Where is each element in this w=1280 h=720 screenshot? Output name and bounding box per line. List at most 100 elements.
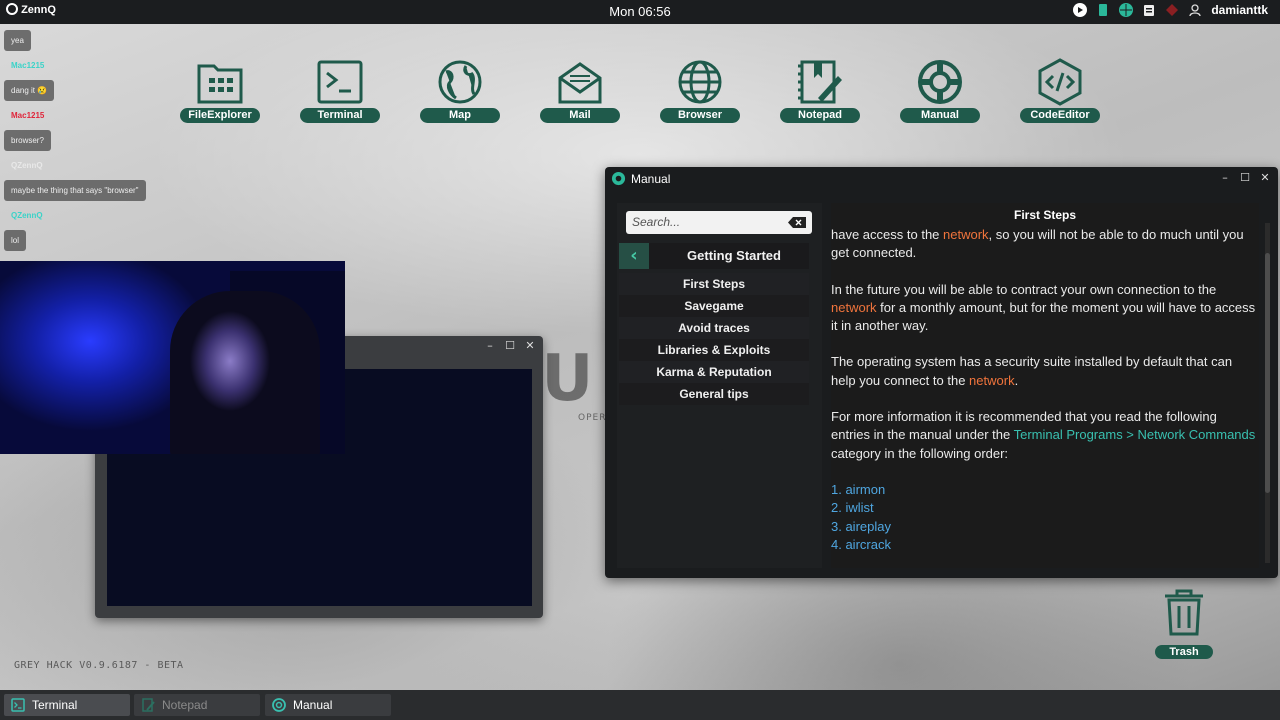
clipboard-icon[interactable] <box>1142 3 1156 17</box>
desktop-icon-browser[interactable]: Browser <box>660 56 740 126</box>
scrollbar[interactable] <box>1265 223 1270 563</box>
back-chevron-icon[interactable]: ‹ <box>619 243 649 269</box>
chat-message: maybe the thing that says "browser" <box>4 178 184 203</box>
desktop-icon-label: Terminal <box>300 108 380 123</box>
list-item[interactable]: 2. iwlist <box>831 499 1259 517</box>
list-item[interactable]: 1. airmon <box>831 481 1259 499</box>
chat-author: QZennQ <box>4 153 184 178</box>
category-title: Getting Started <box>687 248 781 263</box>
desktop-icon-label: Browser <box>660 108 740 123</box>
maximize-icon[interactable]: ☐ <box>1240 171 1250 184</box>
topic-avoid-traces[interactable]: Avoid traces <box>619 317 809 339</box>
browser-globe-icon <box>678 60 722 104</box>
window-controls: – ☐ ✕ <box>1220 171 1270 184</box>
notepad-icon <box>142 698 155 712</box>
list-item[interactable]: 3. aireplay <box>831 518 1259 536</box>
taskbar-item-manual[interactable]: Manual <box>265 694 391 716</box>
stream-chat: yea Mac1215 dang it 😢 Mac1215 browser? Q… <box>4 28 184 253</box>
manual-titlebar[interactable]: Manual – ☐ ✕ <box>605 167 1278 191</box>
paragraph: In the future you will be able to contra… <box>831 281 1259 336</box>
category-header: ‹ Getting Started <box>619 243 809 269</box>
logo-text: ZennQ <box>21 4 56 16</box>
content-body: have access to the network, so you will … <box>831 226 1259 554</box>
text: have access to the <box>831 227 944 242</box>
paragraph: The operating system has a security suit… <box>831 353 1259 390</box>
text: . <box>1014 372 1019 388</box>
system-tray: damianttk <box>1073 3 1268 17</box>
window-controls: – ☐ ✕ <box>485 339 535 352</box>
text: for a monthly amount, but for the moment… <box>831 299 1256 334</box>
desktop-icon-label: FileExplorer <box>180 108 260 123</box>
window-title: Manual <box>631 172 671 186</box>
topic-savegame[interactable]: Savegame <box>619 295 809 317</box>
desktop-icon-trash[interactable]: Trash <box>1155 588 1213 660</box>
chat-username: QZennQ <box>11 161 43 170</box>
network-link[interactable]: network <box>943 227 989 242</box>
close-icon[interactable]: ✕ <box>525 339 535 352</box>
lifebuoy-icon <box>611 171 626 186</box>
terminal-icon <box>11 698 25 712</box>
manual-sidebar: Search... ‹ Getting Started First Steps … <box>617 203 822 568</box>
taskbar-item-notepad[interactable]: Notepad <box>134 694 260 716</box>
network-link[interactable]: network <box>969 373 1015 388</box>
content-heading: First Steps <box>1013 208 1076 222</box>
trash-icon <box>1165 589 1203 636</box>
version-label: GREY HACK V0.9.6187 - BETA <box>14 660 184 671</box>
manual-content: First Steps have access to the network, … <box>831 203 1259 568</box>
topic-karma-reputation[interactable]: Karma & Reputation <box>619 361 809 383</box>
network-link[interactable]: network <box>831 300 877 315</box>
chat-username: Mac1215 <box>11 61 45 70</box>
taskbar: Terminal Notepad Manual <box>0 690 1280 720</box>
desktop-icon-notepad[interactable]: Notepad <box>780 56 860 126</box>
search-input[interactable]: Search... <box>626 211 812 234</box>
minimize-icon[interactable]: – <box>1220 171 1230 184</box>
scrollbar-thumb[interactable] <box>1265 253 1270 493</box>
desktop-icon-fileexplorer[interactable]: FileExplorer <box>180 56 260 126</box>
minimize-icon[interactable]: – <box>485 339 495 352</box>
desktop-icon-terminal[interactable]: Terminal <box>300 56 380 126</box>
taskbar-item-terminal[interactable]: Terminal <box>4 694 130 716</box>
alert-icon[interactable] <box>1165 3 1179 17</box>
chat-author: Mac1215 <box>4 103 184 128</box>
desktop-icon-map[interactable]: Map <box>420 56 500 126</box>
chat-text: yea <box>4 30 31 51</box>
chat-author: Mac1215 <box>4 53 184 78</box>
topic-libraries-exploits[interactable]: Libraries & Exploits <box>619 339 809 361</box>
network-commands-link[interactable]: Terminal Programs > Network Commands <box>1014 427 1256 442</box>
top-bar: ZennQ Mon 06:56 damianttk <box>0 0 1280 24</box>
lifebuoy-icon <box>918 60 962 104</box>
maximize-icon[interactable]: ☐ <box>505 339 515 352</box>
topic-general-tips[interactable]: General tips <box>619 383 809 405</box>
battery-icon[interactable] <box>1096 3 1110 17</box>
chat-text: maybe the thing that says "browser" <box>4 180 146 201</box>
desktop-icon-codeeditor[interactable]: CodeEditor <box>1020 56 1100 126</box>
chat-message: lol <box>4 228 184 253</box>
desktop-icon-mail[interactable]: Mail <box>540 56 620 126</box>
webcam-overlay <box>0 261 345 454</box>
wallpaper-subtitle: OPER <box>578 413 607 423</box>
taskbar-label: Terminal <box>32 698 78 712</box>
close-icon[interactable]: ✕ <box>1260 171 1270 184</box>
webcam-person <box>170 291 320 454</box>
clear-search-icon[interactable] <box>788 217 806 228</box>
search-placeholder: Search... <box>632 215 681 229</box>
chat-username: QZennQ <box>11 211 43 220</box>
taskbar-label: Manual <box>293 698 333 712</box>
notepad-icon <box>798 60 842 104</box>
play-icon[interactable] <box>1073 3 1088 17</box>
network-icon[interactable] <box>1119 3 1134 17</box>
topic-first-steps[interactable]: First Steps <box>619 273 809 295</box>
chat-message: yea <box>4 28 184 53</box>
list-item[interactable]: 4. aircrack <box>831 536 1259 554</box>
chat-username: Mac1215 <box>11 111 45 120</box>
text: The operating system has a security suit… <box>831 354 1233 388</box>
chat-text: lol <box>4 230 27 251</box>
lifebuoy-icon <box>272 698 286 712</box>
username[interactable]: damianttk <box>1211 3 1268 17</box>
manual-window[interactable]: Manual – ☐ ✕ Search... ‹ Getting Started… <box>605 167 1278 578</box>
text: category in the following order: <box>831 445 1009 461</box>
folder-grid-icon <box>197 64 243 104</box>
desktop-icon-manual[interactable]: Manual <box>900 56 980 126</box>
desktop-icon-label: CodeEditor <box>1020 108 1100 123</box>
desktop-icon-label: Mail <box>540 108 620 123</box>
